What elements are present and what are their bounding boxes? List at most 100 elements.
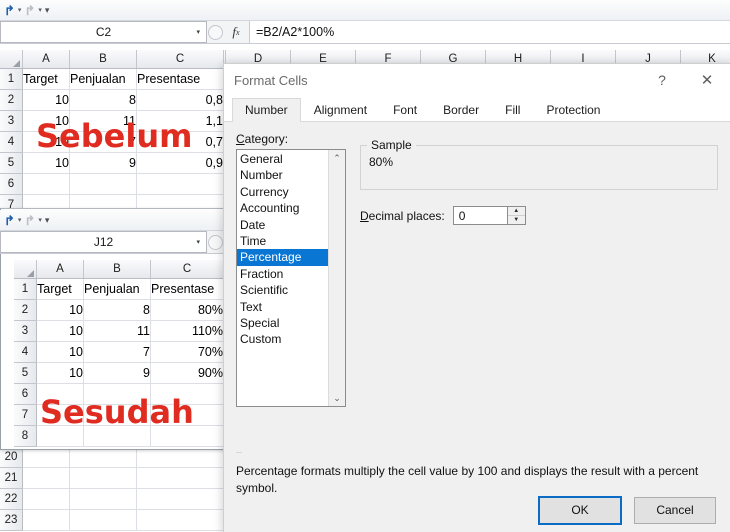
cell-A1[interactable]: Target xyxy=(22,68,70,90)
category-item-fraction[interactable]: Fraction xyxy=(237,266,328,282)
category-item-time[interactable]: Time xyxy=(237,233,328,249)
cell-A5[interactable]: 10 xyxy=(22,152,70,174)
cell-C3[interactable]: 1,1 xyxy=(136,110,224,132)
cell-B3[interactable]: 11 xyxy=(69,110,137,132)
cell-B7[interactable] xyxy=(83,404,151,426)
undo-icon[interactable]: ↰ xyxy=(4,213,15,228)
bg-cell[interactable] xyxy=(136,488,224,510)
row-header-20[interactable]: 20 xyxy=(0,447,23,468)
cell-A5[interactable]: 10 xyxy=(36,362,84,384)
category-item-special[interactable]: Special xyxy=(237,315,328,331)
top-column-header-A[interactable]: A xyxy=(22,50,70,69)
help-icon[interactable]: ? xyxy=(640,65,684,96)
bottom-row-header-4[interactable]: 4 xyxy=(14,341,37,363)
redo-icon[interactable]: ↱ xyxy=(24,4,35,17)
category-item-text[interactable]: Text xyxy=(237,299,328,315)
cell-B6[interactable] xyxy=(69,173,137,195)
cell-B5[interactable]: 9 xyxy=(69,152,137,174)
cell-C3[interactable]: 110% xyxy=(150,320,224,342)
category-item-currency[interactable]: Currency xyxy=(237,184,328,200)
bg-cell[interactable] xyxy=(22,467,70,489)
insert-function-icon[interactable]: fx xyxy=(223,21,249,43)
cell-B2[interactable]: 8 xyxy=(83,299,151,321)
top-row-header-5[interactable]: 5 xyxy=(0,152,23,174)
tab-font[interactable]: Font xyxy=(380,98,430,122)
undo-dropdown-arrow-icon[interactable]: ▾ xyxy=(18,216,22,224)
cell-C7[interactable] xyxy=(150,404,224,426)
category-listbox[interactable]: General Number Currency Accounting Date … xyxy=(236,149,346,407)
bg-cell[interactable] xyxy=(136,447,224,468)
tab-border[interactable]: Border xyxy=(430,98,492,122)
decimal-places-input[interactable]: 0 xyxy=(452,206,507,225)
cell-C2[interactable]: 0,8 xyxy=(136,89,224,111)
cell-A4[interactable]: 10 xyxy=(36,341,84,363)
cell-B2[interactable]: 8 xyxy=(69,89,137,111)
tab-protection[interactable]: Protection xyxy=(533,98,613,122)
cell-A8[interactable] xyxy=(36,425,84,447)
top-row-header-4[interactable]: 4 xyxy=(0,131,23,153)
category-scrollbar[interactable]: ⌃ ⌄ xyxy=(328,150,345,406)
cell-C1[interactable]: Presentase xyxy=(136,68,224,90)
category-item-scientific[interactable]: Scientific xyxy=(237,282,328,298)
cell-A3[interactable]: 10 xyxy=(22,110,70,132)
category-item-percentage[interactable]: Percentage xyxy=(237,249,328,266)
name-box[interactable]: J12 ▾ xyxy=(0,231,207,253)
bottom-row-header-2[interactable]: 2 xyxy=(14,299,37,321)
cell-A6[interactable] xyxy=(36,383,84,405)
formula-input[interactable]: =B2/A2*100% xyxy=(249,21,730,43)
category-item-accounting[interactable]: Accounting xyxy=(237,200,328,216)
cell-A2[interactable]: 10 xyxy=(36,299,84,321)
row-header-22[interactable]: 22 xyxy=(0,488,23,510)
scroll-up-icon[interactable]: ⌃ xyxy=(333,150,341,166)
cell-C5[interactable]: 90% xyxy=(150,362,224,384)
cell-C2[interactable]: 80% xyxy=(150,299,224,321)
top-column-header-B[interactable]: B xyxy=(69,50,137,69)
cell-A4[interactable]: 10 xyxy=(22,131,70,153)
chevron-down-icon[interactable]: ▾ xyxy=(196,28,200,36)
cell-B5[interactable]: 9 xyxy=(83,362,151,384)
cell-C6[interactable] xyxy=(136,173,224,195)
top-row-header-6[interactable]: 6 xyxy=(0,173,23,195)
tab-number[interactable]: Number xyxy=(232,98,301,122)
bg-cell[interactable] xyxy=(22,488,70,510)
cell-C5[interactable]: 0,9 xyxy=(136,152,224,174)
redo-icon[interactable]: ↱ xyxy=(24,214,35,227)
bg-cell[interactable] xyxy=(136,509,224,531)
row-header-21[interactable]: 21 xyxy=(0,467,23,489)
bottom-row-header-8[interactable]: 8 xyxy=(14,425,37,447)
bottom-column-header-C[interactable]: C xyxy=(150,260,224,279)
customize-toolbar-icon[interactable]: ▾ xyxy=(45,215,49,226)
ok-button[interactable]: OK xyxy=(538,495,622,525)
cancel-enter-icon[interactable] xyxy=(207,24,223,40)
close-icon[interactable]: ✕ xyxy=(684,65,730,96)
bg-cell[interactable] xyxy=(22,509,70,531)
top-select-all-corner[interactable] xyxy=(0,50,23,69)
top-row-header-2[interactable]: 2 xyxy=(0,89,23,111)
cell-B3[interactable]: 11 xyxy=(83,320,151,342)
cell-B1[interactable]: Penjualan xyxy=(83,278,151,300)
bottom-row-header-3[interactable]: 3 xyxy=(14,320,37,342)
cell-B8[interactable] xyxy=(83,425,151,447)
bottom-row-header-7[interactable]: 7 xyxy=(14,404,37,426)
name-box[interactable]: C2 ▾ xyxy=(0,21,207,43)
cell-A3[interactable]: 10 xyxy=(36,320,84,342)
spin-down-icon[interactable]: ▼ xyxy=(508,216,525,224)
undo-dropdown-arrow-icon[interactable]: ▾ xyxy=(18,6,22,14)
cell-B4[interactable]: 7 xyxy=(69,131,137,153)
cell-C6[interactable] xyxy=(150,383,224,405)
category-item-general[interactable]: General xyxy=(237,151,328,167)
bg-cell[interactable] xyxy=(69,447,137,468)
bottom-row-header-6[interactable]: 6 xyxy=(14,383,37,405)
bg-cell[interactable] xyxy=(22,447,70,468)
cell-C1[interactable]: Presentase xyxy=(150,278,224,300)
bg-cell[interactable] xyxy=(69,467,137,489)
row-header-23[interactable]: 23 xyxy=(0,509,23,531)
cell-A1[interactable]: Target xyxy=(36,278,84,300)
tab-alignment[interactable]: Alignment xyxy=(301,98,380,122)
tab-fill[interactable]: Fill xyxy=(492,98,533,122)
cell-B1[interactable]: Penjualan xyxy=(69,68,137,90)
bottom-select-all-corner[interactable] xyxy=(14,260,37,279)
decimal-places-stepper[interactable]: 0 ▲ ▼ xyxy=(452,206,526,225)
scroll-down-icon[interactable]: ⌄ xyxy=(333,390,341,406)
cell-A6[interactable] xyxy=(22,173,70,195)
